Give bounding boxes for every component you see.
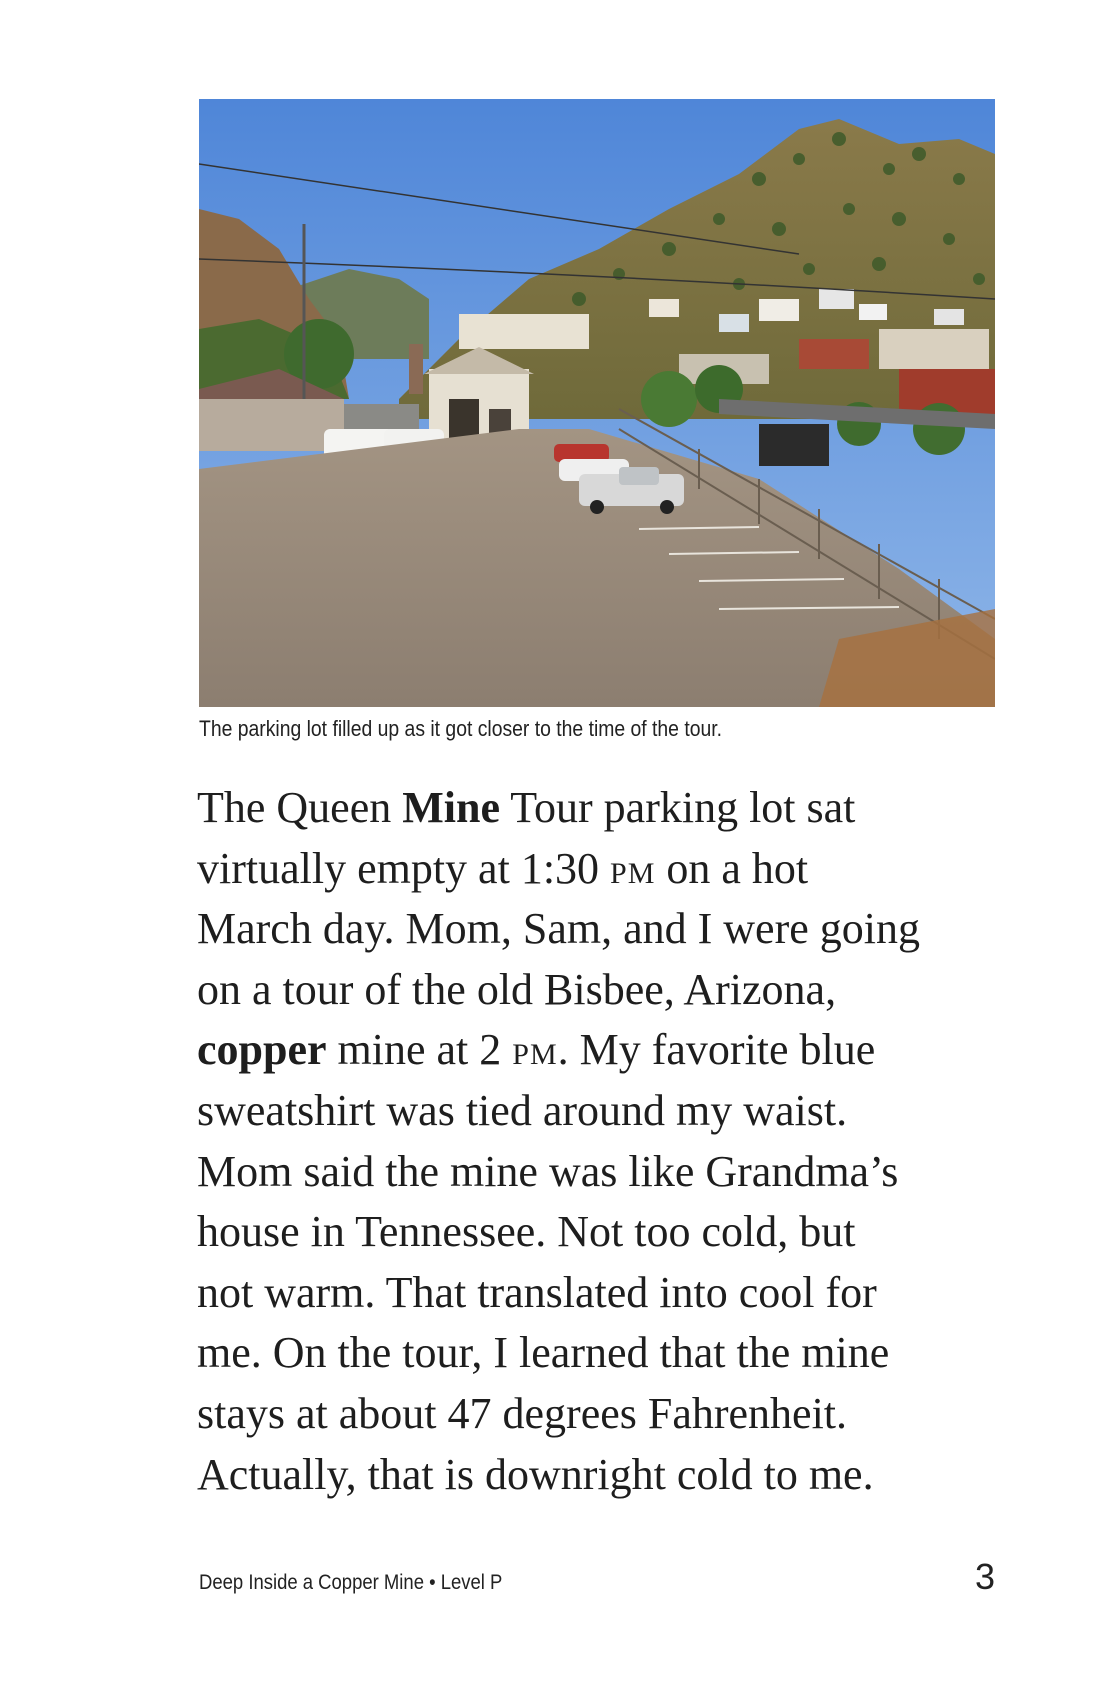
page-number: 3 xyxy=(974,1556,995,1597)
paragraph-line: March day. Mom, Sam, and I were going xyxy=(197,904,920,954)
time-suffix: PM xyxy=(512,1038,558,1072)
paragraph-line: not warm. That translated into cool for xyxy=(197,1267,877,1317)
paragraph-line: virtually empty at 1:30 PM on a hot xyxy=(197,843,809,893)
glossary-term-copper: copper xyxy=(197,1025,327,1075)
paragraph-line: stays at about 47 degrees Fahrenheit. xyxy=(197,1388,848,1438)
paragraph-line: copper mine at 2 PM. My favorite blue xyxy=(197,1025,876,1075)
paragraph-line: sweatshirt was tied around my waist. xyxy=(197,1085,848,1135)
paragraph-line: house in Tennessee. Not too cold, but xyxy=(197,1207,856,1257)
parking-lot-photo xyxy=(199,99,995,707)
paragraph-line: me. On the tour, I learned that the mine xyxy=(197,1328,890,1378)
paragraph-line: Mom said the mine was like Grandma’s xyxy=(197,1146,899,1196)
story-paragraph: The Queen Mine Tour parking lot sat virt… xyxy=(197,778,1007,1505)
time-suffix: PM xyxy=(610,856,656,890)
photo-caption: The parking lot filled up as it got clos… xyxy=(199,716,723,741)
paragraph-line: The Queen Mine Tour parking lot sat xyxy=(197,783,856,832)
paragraph-line: on a tour of the old Bisbee, Arizona, xyxy=(197,964,837,1014)
footer-book-title: Deep Inside a Copper Mine • Level P xyxy=(199,1571,503,1594)
glossary-term-mine: Mine xyxy=(402,783,501,832)
paragraph-line: Actually, that is downright cold to me. xyxy=(197,1449,874,1499)
